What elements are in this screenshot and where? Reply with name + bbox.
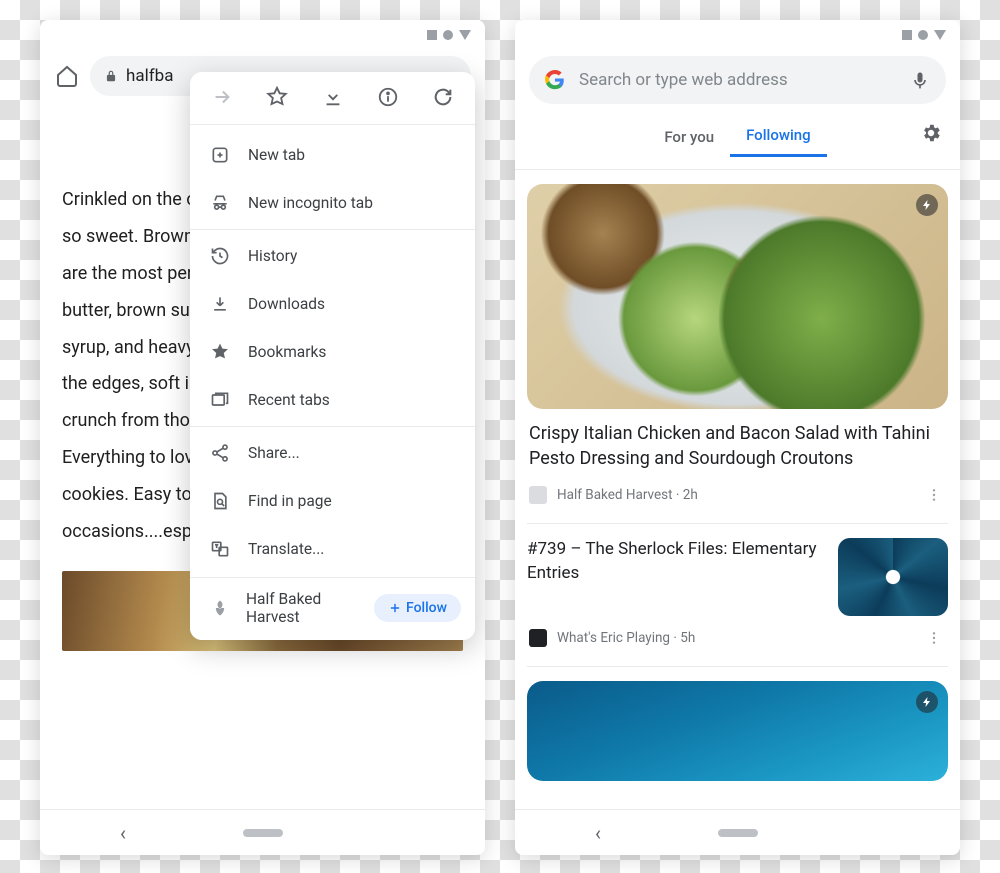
menu-label: Translate... — [248, 540, 324, 558]
menu-label: Find in page — [248, 492, 332, 510]
feed-card-partial[interactable] — [527, 681, 948, 781]
menu-label: Downloads — [248, 295, 325, 313]
plus-square-icon — [210, 145, 230, 165]
tab-for-you[interactable]: For you — [648, 124, 730, 156]
menu-label: New tab — [248, 146, 305, 164]
back-button[interactable]: ‹ — [120, 821, 126, 845]
card-thumbnail — [838, 538, 948, 616]
card-hero-image — [527, 184, 948, 409]
menu-recent-tabs[interactable]: Recent tabs — [190, 376, 475, 424]
follow-site-name: Half Baked Harvest — [246, 590, 374, 626]
follow-button-label: Follow — [406, 600, 447, 616]
share-icon — [210, 443, 230, 463]
search-box[interactable]: Search or type web address — [529, 56, 946, 104]
recent-tabs-icon — [210, 390, 230, 410]
menu-share[interactable]: Share... — [190, 429, 475, 477]
feed-card[interactable]: Crispy Italian Chicken and Bacon Salad w… — [527, 184, 948, 519]
menu-find-in-page[interactable]: Find in page — [190, 477, 475, 525]
card-source: Half Baked Harvest · 2h — [557, 487, 698, 503]
translate-icon — [210, 539, 230, 559]
amp-bolt-icon — [916, 194, 938, 216]
status-bar-icons — [427, 30, 471, 40]
tab-following[interactable]: Following — [730, 122, 827, 157]
mic-icon[interactable] — [910, 68, 930, 92]
menu-translate[interactable]: Translate... — [190, 525, 475, 573]
card-meta: Half Baked Harvest · 2h — [527, 475, 948, 519]
nav-pill[interactable] — [718, 829, 758, 837]
download-icon[interactable] — [321, 86, 345, 108]
phone-left-chrome-menu: halfba HALF HAR Crinkled on the outside,… — [40, 20, 485, 855]
phone-right-chrome-feed: Search or type web address For you Follo… — [515, 20, 960, 855]
menu-label: Recent tabs — [248, 391, 330, 409]
menu-new-incognito[interactable]: New incognito tab — [190, 179, 475, 227]
google-logo-icon — [545, 70, 565, 90]
forward-icon[interactable] — [210, 86, 234, 108]
menu-label: New incognito tab — [248, 194, 373, 212]
menu-icon-row — [190, 72, 475, 122]
lock-icon — [104, 69, 118, 83]
home-button[interactable] — [54, 63, 80, 89]
card-more-button[interactable] — [922, 483, 946, 507]
downloads-icon — [210, 294, 230, 314]
follow-button[interactable]: Follow — [374, 594, 461, 622]
history-icon — [210, 246, 230, 266]
menu-label: History — [248, 247, 297, 265]
menu-label: Bookmarks — [248, 343, 326, 361]
card-more-button[interactable] — [922, 626, 946, 650]
card-headline: #739 – The Sherlock Files: Elementary En… — [527, 538, 822, 616]
incognito-icon — [210, 193, 230, 213]
card-meta: What's Eric Playing · 5h — [515, 616, 960, 662]
menu-label: Share... — [248, 444, 300, 462]
feed-tabs: For you Following — [515, 112, 960, 170]
status-bar-icons — [902, 30, 946, 40]
info-icon[interactable] — [376, 86, 400, 108]
feed-container: Crispy Italian Chicken and Bacon Salad w… — [515, 170, 960, 809]
menu-new-tab[interactable]: New tab — [190, 131, 475, 179]
source-favicon-icon — [529, 486, 547, 504]
source-favicon-icon — [529, 629, 547, 647]
search-placeholder: Search or type web address — [579, 70, 896, 90]
menu-follow-row: Half Baked Harvest Follow — [190, 577, 475, 640]
reload-icon[interactable] — [431, 86, 455, 108]
omnibox-text: halfba — [126, 66, 173, 86]
back-button[interactable]: ‹ — [595, 821, 601, 845]
menu-downloads[interactable]: Downloads — [190, 280, 475, 328]
overflow-menu: New tab New incognito tab History Downlo… — [190, 72, 475, 640]
card-source: What's Eric Playing · 5h — [557, 630, 695, 646]
amp-bolt-icon — [916, 691, 938, 713]
star-filled-icon — [210, 342, 230, 362]
bookmark-star-icon[interactable] — [265, 86, 289, 108]
site-favicon-icon — [210, 598, 230, 618]
menu-bookmarks[interactable]: Bookmarks — [190, 328, 475, 376]
feed-card[interactable]: #739 – The Sherlock Files: Elementary En… — [515, 524, 960, 616]
system-nav-bar: ‹ — [40, 809, 485, 855]
nav-pill[interactable] — [243, 829, 283, 837]
feed-settings-button[interactable] — [920, 122, 942, 144]
card-headline: Crispy Italian Chicken and Bacon Salad w… — [529, 421, 946, 471]
menu-history[interactable]: History — [190, 232, 475, 280]
find-in-page-icon — [210, 491, 230, 511]
system-nav-bar: ‹ — [515, 809, 960, 855]
